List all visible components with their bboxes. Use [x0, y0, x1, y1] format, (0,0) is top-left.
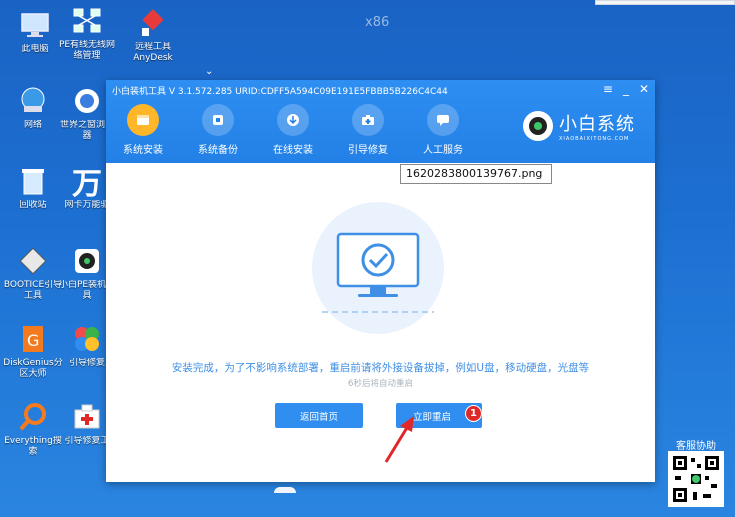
monitor-check-icon [322, 232, 434, 313]
install-complete-message: 安装完成，为了不影响系统部署，重启前请将外接设备拔掉，例如U盘，移动硬盘，光盘等 [171, 362, 590, 374]
help-label: 客服协助 [676, 441, 716, 452]
tab-boot-repair[interactable]: 引导修复 [341, 104, 395, 156]
pointer-arrow-icon [384, 416, 414, 463]
brand: 小白系统 XIAOBAIXITONG.COM [523, 110, 635, 142]
auto-restart-countdown: 6秒后将自动重启 [348, 379, 413, 389]
tab-label: 系统安装 [123, 145, 163, 156]
top-edge-window [595, 0, 735, 5]
boot-repair-icon [70, 322, 104, 356]
step-badge: 1 [465, 405, 482, 422]
desktop-icon-bootice[interactable]: BOOTICE引导工具 [2, 244, 64, 302]
network-manager-icon [70, 4, 104, 38]
back-to-home-button[interactable]: 返回首页 [275, 403, 363, 428]
main-tabs: 系统安装 系统备份 在线安装 引导修复 人工服务 [116, 104, 470, 156]
menu-icon[interactable]: ≡ [603, 82, 613, 96]
desktop-icon-anydesk[interactable]: 远程工具AnyDesk [122, 6, 184, 64]
tab-label: 在线安装 [273, 145, 313, 156]
desktop-icon-diskgenius[interactable]: G DiskGenius分区大师 [2, 322, 64, 380]
driver-icon: 万 [72, 167, 102, 202]
window-title: 小白装机工具 V 3.1.572.285 URID:CDFF5A594C09E1… [112, 87, 448, 97]
taskbar-indicator [274, 487, 296, 493]
bootice-icon [16, 244, 50, 278]
desktop-icon-network[interactable]: 网络 [2, 84, 64, 131]
anydesk-icon [136, 6, 170, 40]
online-install-icon [277, 104, 309, 136]
brand-url: XIAOBAIXITONG.COM [559, 136, 630, 142]
chat-icon [427, 104, 459, 136]
browser-icon [70, 84, 104, 118]
boot-repair-icon [352, 104, 384, 136]
window-controls: ≡ _ ✕ [603, 82, 649, 96]
network-icon [16, 84, 50, 118]
window-header: 小白装机工具 V 3.1.572.285 URID:CDFF5A594C09E1… [106, 80, 655, 163]
tab-label: 引导修复 [348, 145, 388, 156]
close-icon[interactable]: ✕ [639, 82, 649, 96]
svg-text:G: G [27, 331, 39, 350]
everything-search-icon [16, 400, 50, 434]
tab-online-install[interactable]: 在线安装 [266, 104, 320, 156]
desktop-icon-pe-network-manager[interactable]: PE有线无线网络管理 [56, 4, 118, 62]
system-install-icon [127, 104, 159, 136]
system-backup-icon [202, 104, 234, 136]
chevron-down-icon: ⌄ [205, 66, 214, 77]
boot-repair-tool-icon [70, 400, 104, 434]
brand-name: 小白系统 [559, 114, 635, 135]
desktop-icon-everything[interactable]: Everything搜索 [2, 400, 64, 458]
xiaobai-pe-icon [70, 244, 104, 278]
desktop-icon-recycle-bin[interactable]: 回收站 [2, 164, 64, 211]
tab-system-backup[interactable]: 系统备份 [191, 104, 245, 156]
tab-human-service[interactable]: 人工服务 [416, 104, 470, 156]
tab-label: 系统备份 [198, 145, 238, 156]
recycle-bin-icon [16, 164, 50, 198]
computer-icon [18, 8, 52, 42]
filename-tooltip: 1620283800139767.png [400, 164, 552, 184]
xiaobai-logo-icon [523, 111, 553, 141]
diskgenius-icon: G [16, 322, 50, 356]
install-complete-illustration [312, 202, 444, 334]
minimize-icon[interactable]: _ [623, 82, 629, 96]
architecture-watermark: x86 [365, 15, 390, 30]
qr-code-icon[interactable] [668, 451, 724, 507]
tab-label: 人工服务 [423, 145, 463, 156]
tab-system-install[interactable]: 系统安装 [116, 104, 170, 156]
